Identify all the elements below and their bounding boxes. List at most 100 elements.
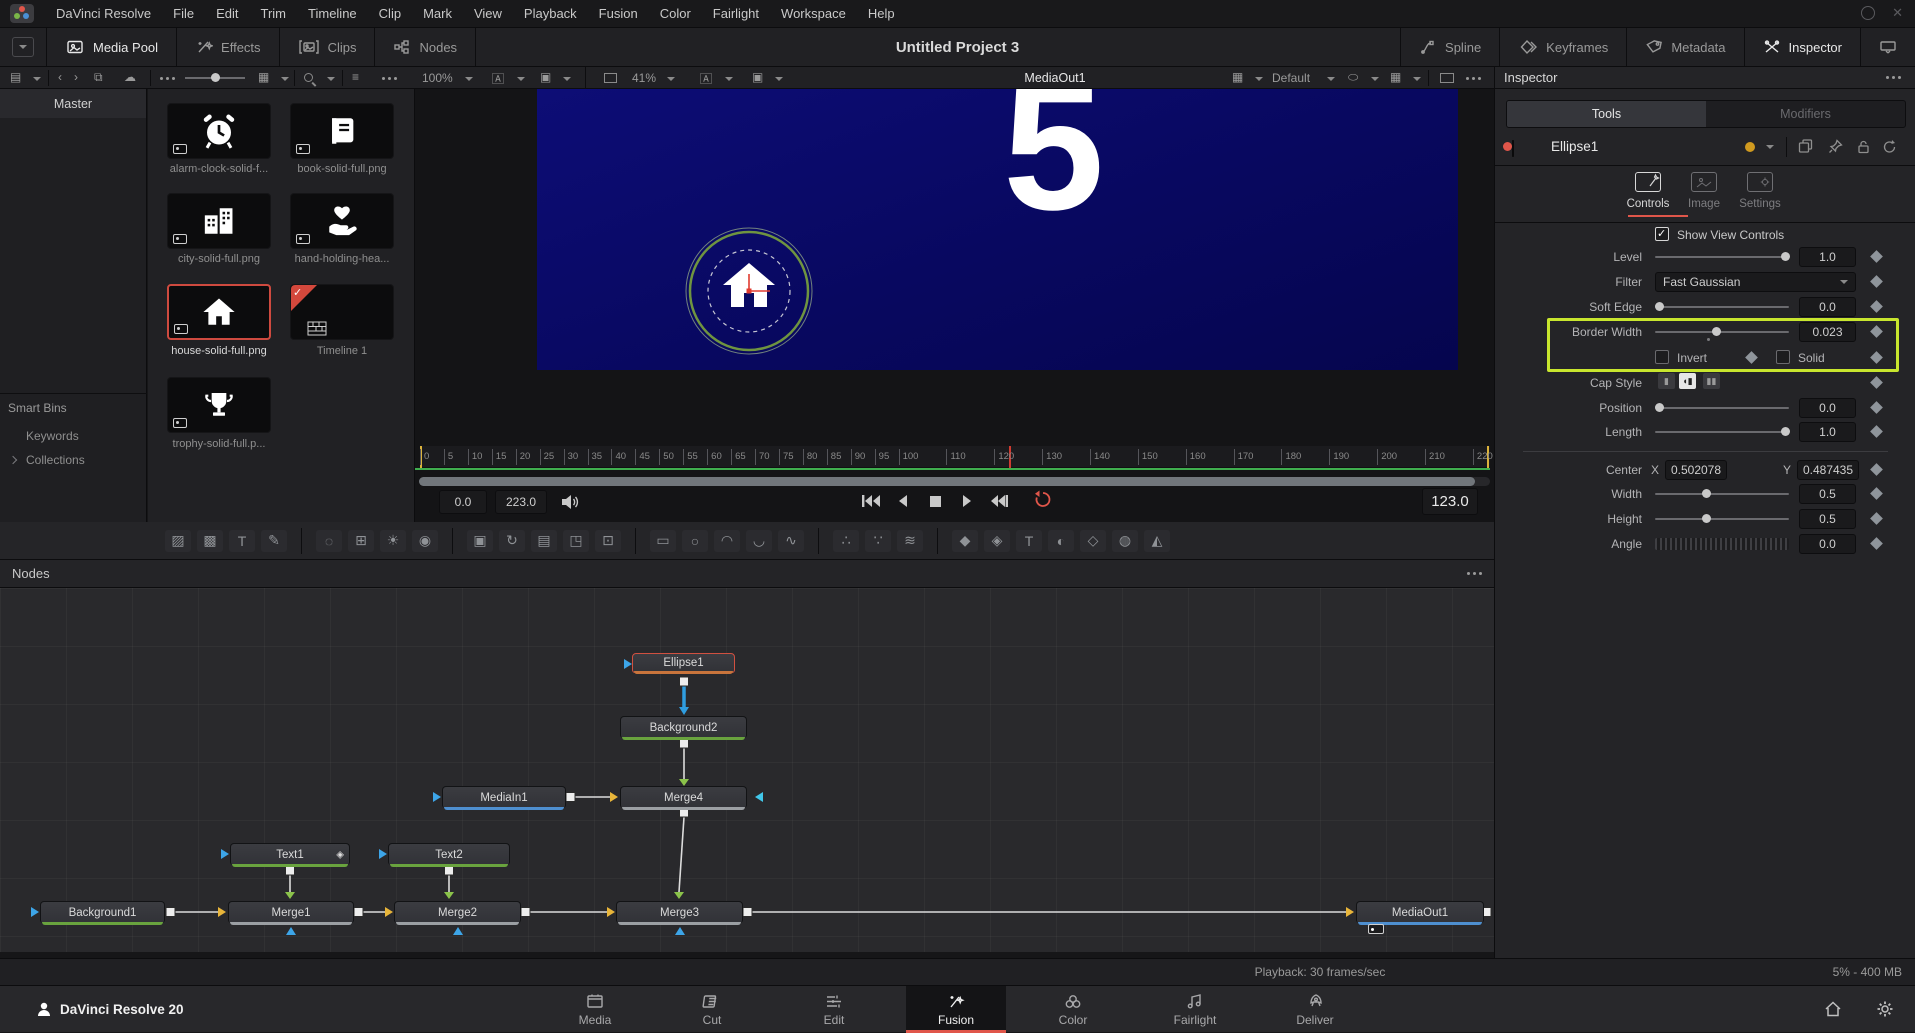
reset-icon[interactable]: [1882, 139, 1897, 157]
media-tile-house-selected[interactable]: [167, 284, 271, 340]
soft-edge-keyframe-icon[interactable]: [1870, 300, 1883, 313]
nodes-options-icon[interactable]: [1467, 572, 1482, 575]
subtab-controls[interactable]: Controls: [1625, 198, 1671, 210]
app-logo-icon[interactable]: [10, 4, 34, 23]
node-text1[interactable]: Text1: [230, 843, 350, 865]
center-keyframe-icon[interactable]: [1870, 463, 1883, 476]
node-merge4[interactable]: Merge4: [620, 786, 747, 808]
inspector-button[interactable]: Inspector: [1745, 28, 1860, 66]
crop-tool-icon[interactable]: ◳: [563, 530, 589, 552]
menu-fusion[interactable]: Fusion: [599, 6, 638, 21]
menu-mark[interactable]: Mark: [423, 6, 452, 21]
image-tab-icon[interactable]: [1691, 172, 1717, 192]
border-width-keyframe-icon[interactable]: [1870, 325, 1883, 338]
level-keyframe-icon[interactable]: [1870, 250, 1883, 263]
loop-playback-icon[interactable]: [1033, 490, 1053, 508]
node-mediain1[interactable]: MediaIn1: [442, 786, 566, 808]
node-background2[interactable]: Background2: [620, 716, 747, 738]
node-mediaout1[interactable]: MediaOut1: [1356, 901, 1484, 923]
step-back-button[interactable]: [891, 491, 915, 511]
page-fairlight[interactable]: Fairlight: [1145, 986, 1245, 1033]
level-value[interactable]: 1.0: [1799, 247, 1856, 267]
colorcorrector-tool-icon[interactable]: ◌: [316, 530, 342, 552]
still-icon[interactable]: [540, 70, 551, 84]
fastnoise-tool-icon[interactable]: ▩: [197, 530, 223, 552]
forward-icon[interactable]: [74, 70, 78, 84]
panel-layout-button[interactable]: [1861, 28, 1915, 66]
width-value[interactable]: 0.5: [1799, 484, 1856, 504]
node-background1[interactable]: Background1: [40, 901, 165, 923]
node-merge3[interactable]: Merge3: [616, 901, 743, 923]
position-keyframe-icon[interactable]: [1870, 401, 1883, 414]
inspector-options-icon[interactable]: [1886, 76, 1901, 79]
subtab-image[interactable]: Image: [1681, 198, 1727, 210]
bin-view-icon[interactable]: [10, 70, 21, 84]
page-media[interactable]: Media: [545, 986, 645, 1033]
blur-tool-icon[interactable]: ◉: [412, 530, 438, 552]
length-keyframe-icon[interactable]: [1870, 425, 1883, 438]
lock-icon[interactable]: [1856, 139, 1871, 157]
node-graph[interactable]: Ellipse1 Background2 MediaIn1 Merge4 Tex…: [0, 588, 1494, 952]
mute-speaker-icon[interactable]: [561, 494, 581, 510]
color-channels-icon[interactable]: [1348, 70, 1358, 85]
angle-keyframe-icon[interactable]: [1870, 537, 1883, 550]
cap-style-flat-button[interactable]: ▮: [1658, 373, 1675, 389]
menu-playback[interactable]: Playback: [524, 6, 577, 21]
menu-fairlight[interactable]: Fairlight: [713, 6, 759, 21]
menu-davinci-resolve[interactable]: DaVinci Resolve: [56, 6, 151, 21]
cap-style-square-button[interactable]: ▮▮: [1703, 373, 1720, 389]
page-fusion[interactable]: Fusion: [906, 986, 1006, 1033]
filter-dropdown[interactable]: Fast Gaussian: [1655, 272, 1856, 292]
page-cut[interactable]: Cut: [662, 986, 762, 1033]
light3d-tool-icon[interactable]: ◍: [1112, 530, 1138, 552]
home-icon[interactable]: [1824, 1000, 1842, 1018]
menu-trim[interactable]: Trim: [261, 6, 287, 21]
sidebar-item-collections[interactable]: Collections: [26, 453, 85, 467]
transform-tool-icon[interactable]: ↻: [499, 530, 525, 552]
pemitter-tool-icon[interactable]: ∴: [833, 530, 859, 552]
soft-edge-value[interactable]: 0.0: [1799, 297, 1856, 317]
keyframes-button[interactable]: Keyframes: [1500, 28, 1626, 66]
smart-bins-header[interactable]: Smart Bins: [8, 401, 67, 415]
viewer-expand-icon[interactable]: [1440, 73, 1454, 83]
text3d-tool-icon[interactable]: T: [1016, 530, 1042, 552]
annotate-icon[interactable]: [492, 70, 504, 87]
merge3d-tool-icon[interactable]: ◐: [1048, 530, 1074, 552]
solid-keyframe-icon[interactable]: [1870, 351, 1883, 364]
menu-workspace[interactable]: Workspace: [781, 6, 846, 21]
viewer-frame-icon[interactable]: [604, 73, 617, 83]
cap-style-keyframe-icon[interactable]: [1870, 376, 1883, 389]
titlebar-close-icon[interactable]: ✕: [1892, 5, 1903, 21]
media-tile-hand-holding-heart[interactable]: [290, 193, 394, 249]
node-color-chevron-icon[interactable]: [1766, 145, 1774, 149]
stop-button[interactable]: [923, 491, 947, 511]
ellipse-view-control[interactable]: [674, 216, 824, 366]
pmerge-tool-icon[interactable]: ∵: [865, 530, 891, 552]
duration-field[interactable]: 223.0: [495, 490, 547, 514]
position-value[interactable]: 0.0: [1799, 398, 1856, 418]
bspline-mask-tool-icon[interactable]: ◡: [746, 530, 772, 552]
center-x-field[interactable]: 0.502078: [1665, 460, 1727, 480]
more-options-icon[interactable]: [382, 77, 397, 80]
node-color-dot[interactable]: [1745, 142, 1755, 152]
clips-button[interactable]: Clips: [280, 28, 375, 66]
renderer3d-tool-icon[interactable]: ◭: [1144, 530, 1170, 552]
height-keyframe-icon[interactable]: [1870, 512, 1883, 525]
background-tool-icon[interactable]: ▨: [165, 530, 191, 552]
current-frame-field[interactable]: 123.0: [1422, 488, 1478, 515]
thumb-size-slider[interactable]: [185, 77, 245, 79]
cloud-icon[interactable]: [124, 70, 136, 84]
node-enable-toggle[interactable]: [1512, 141, 1514, 156]
media-tile-timeline[interactable]: [290, 284, 394, 340]
back-icon[interactable]: [58, 70, 62, 84]
copy-settings-icon[interactable]: [1798, 139, 1813, 157]
position-slider[interactable]: [1655, 407, 1789, 409]
brightness-tool-icon[interactable]: ☀: [380, 530, 406, 552]
timeline-scrollbar-thumb[interactable]: [419, 477, 1475, 486]
merge-tool-icon[interactable]: ▣: [467, 530, 493, 552]
go-to-end-button[interactable]: [987, 491, 1011, 511]
unlink-bin-icon[interactable]: [94, 70, 103, 85]
sidebar-item-keywords[interactable]: Keywords: [26, 429, 79, 443]
level-slider[interactable]: [1655, 256, 1789, 258]
settings-gear-icon[interactable]: [1876, 1000, 1894, 1018]
